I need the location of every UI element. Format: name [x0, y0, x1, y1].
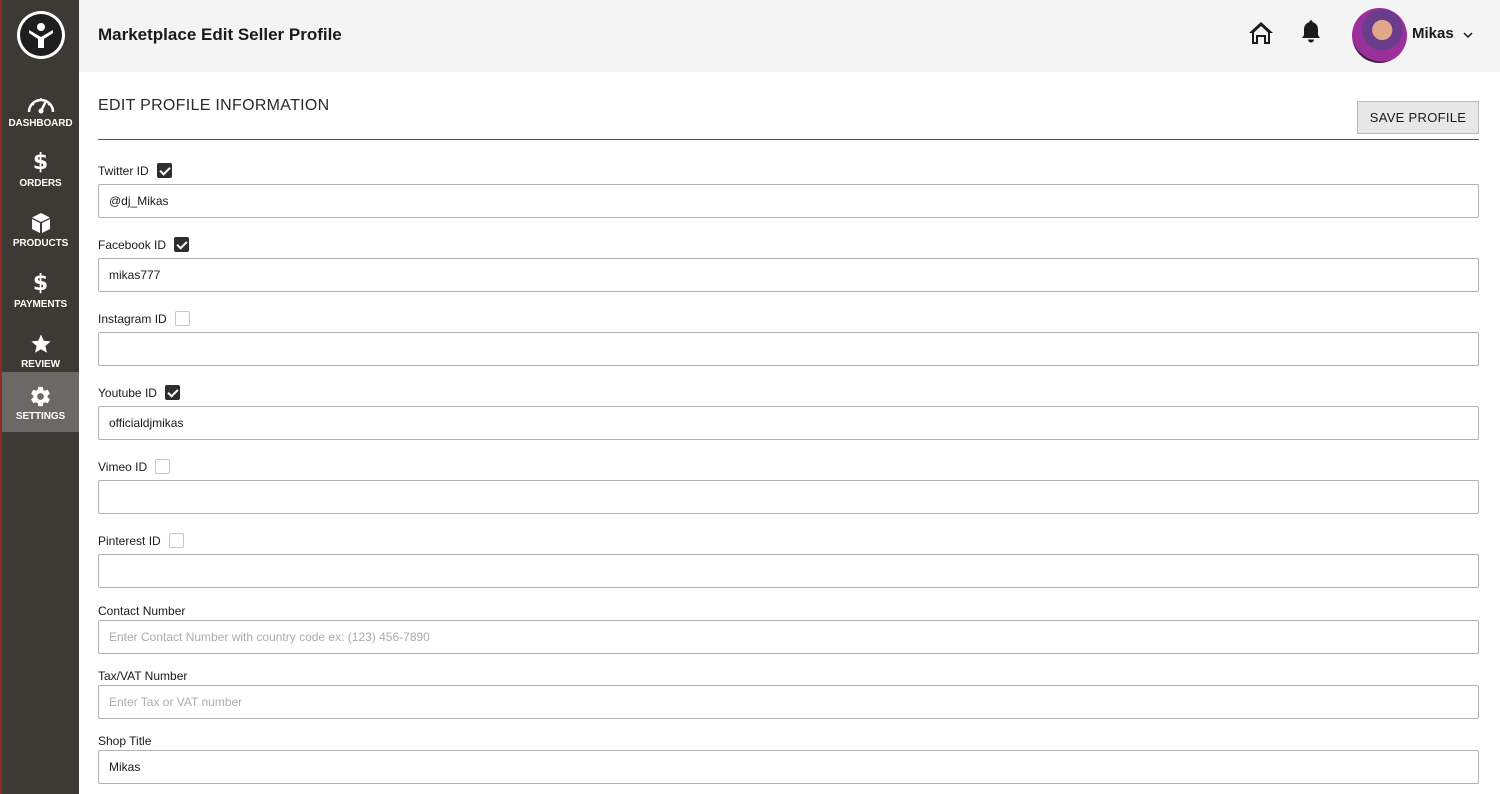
sidebar-item-label: REVIEW	[21, 359, 60, 370]
tax-vat-input[interactable]	[98, 685, 1479, 719]
instagram-id-row: Instagram ID	[98, 311, 190, 326]
pinterest-id-label: Pinterest ID	[98, 533, 161, 548]
shop-title-input[interactable]	[98, 750, 1479, 784]
star-icon	[30, 332, 52, 356]
twitter-id-row: Twitter ID	[98, 163, 172, 178]
twitter-id-checkbox[interactable]	[156, 163, 172, 178]
facebook-id-label: Facebook ID	[98, 237, 167, 252]
contact-number-input[interactable]	[98, 620, 1479, 654]
pinterest-id-row: Pinterest ID	[98, 533, 184, 548]
page-title: Marketplace Edit Seller Profile	[98, 25, 342, 44]
box-icon	[30, 211, 52, 235]
sidebar-item-label: ORDERS	[19, 178, 62, 189]
dollar-icon: $	[32, 150, 49, 175]
tax-vat-label: Tax/VAT Number	[98, 669, 188, 683]
contact-number-label: Contact Number	[98, 604, 186, 618]
save-profile-button[interactable]: SAVE PROFILE	[1357, 101, 1479, 134]
vimeo-id-label: Vimeo ID	[98, 459, 148, 474]
sidebar-item-payments[interactable]: $ PAYMENTS	[2, 262, 79, 322]
person-logo-icon	[20, 14, 62, 56]
instagram-id-checkbox[interactable]	[174, 311, 190, 326]
chevron-down-icon[interactable]	[1462, 28, 1474, 40]
dollar-icon: $	[32, 271, 49, 296]
vimeo-id-row: Vimeo ID	[98, 459, 171, 474]
sidebar-item-label: DASHBOARD	[8, 118, 73, 129]
sidebar-item-label: PRODUCTS	[12, 238, 69, 249]
sidebar: DASHBOARD $ ORDERS PRODUCTS $ PAYMENTS R…	[0, 0, 79, 794]
sidebar-item-products[interactable]: PRODUCTS	[2, 201, 79, 261]
sidebar-item-dashboard[interactable]: DASHBOARD	[2, 81, 79, 141]
avatar[interactable]	[1352, 8, 1407, 63]
user-name[interactable]: Mikas	[1412, 25, 1454, 42]
gauge-icon	[27, 91, 55, 115]
youtube-id-row: Youtube ID	[98, 385, 180, 400]
shop-title-label: Shop Title	[98, 734, 152, 748]
facebook-id-input[interactable]	[98, 258, 1479, 292]
sidebar-item-label: PAYMENTS	[13, 299, 68, 310]
divider	[98, 139, 1479, 140]
youtube-id-label: Youtube ID	[98, 385, 157, 400]
facebook-id-row: Facebook ID	[98, 237, 190, 252]
twitter-id-input[interactable]	[98, 184, 1479, 218]
youtube-id-checkbox[interactable]	[164, 385, 180, 400]
vimeo-id-checkbox[interactable]	[155, 459, 171, 474]
top-header: Marketplace Edit Seller Profile Mikas	[79, 0, 1500, 72]
gear-icon	[29, 384, 52, 408]
sidebar-item-settings[interactable]: SETTINGS	[2, 372, 79, 432]
home-icon[interactable]	[1248, 20, 1274, 46]
bell-icon[interactable]	[1300, 20, 1322, 44]
pinterest-id-checkbox[interactable]	[168, 533, 184, 548]
instagram-id-input[interactable]	[98, 332, 1479, 366]
pinterest-id-input[interactable]	[98, 554, 1479, 588]
youtube-id-input[interactable]	[98, 406, 1479, 440]
brand-logo[interactable]	[17, 11, 65, 59]
sidebar-item-label: SETTINGS	[15, 411, 66, 422]
vimeo-id-input[interactable]	[98, 480, 1479, 514]
section-title: EDIT PROFILE INFORMATION	[98, 97, 330, 114]
sidebar-item-orders[interactable]: $ ORDERS	[2, 141, 79, 201]
facebook-id-checkbox[interactable]	[174, 237, 190, 252]
twitter-id-label: Twitter ID	[98, 163, 149, 178]
instagram-id-label: Instagram ID	[98, 311, 167, 326]
